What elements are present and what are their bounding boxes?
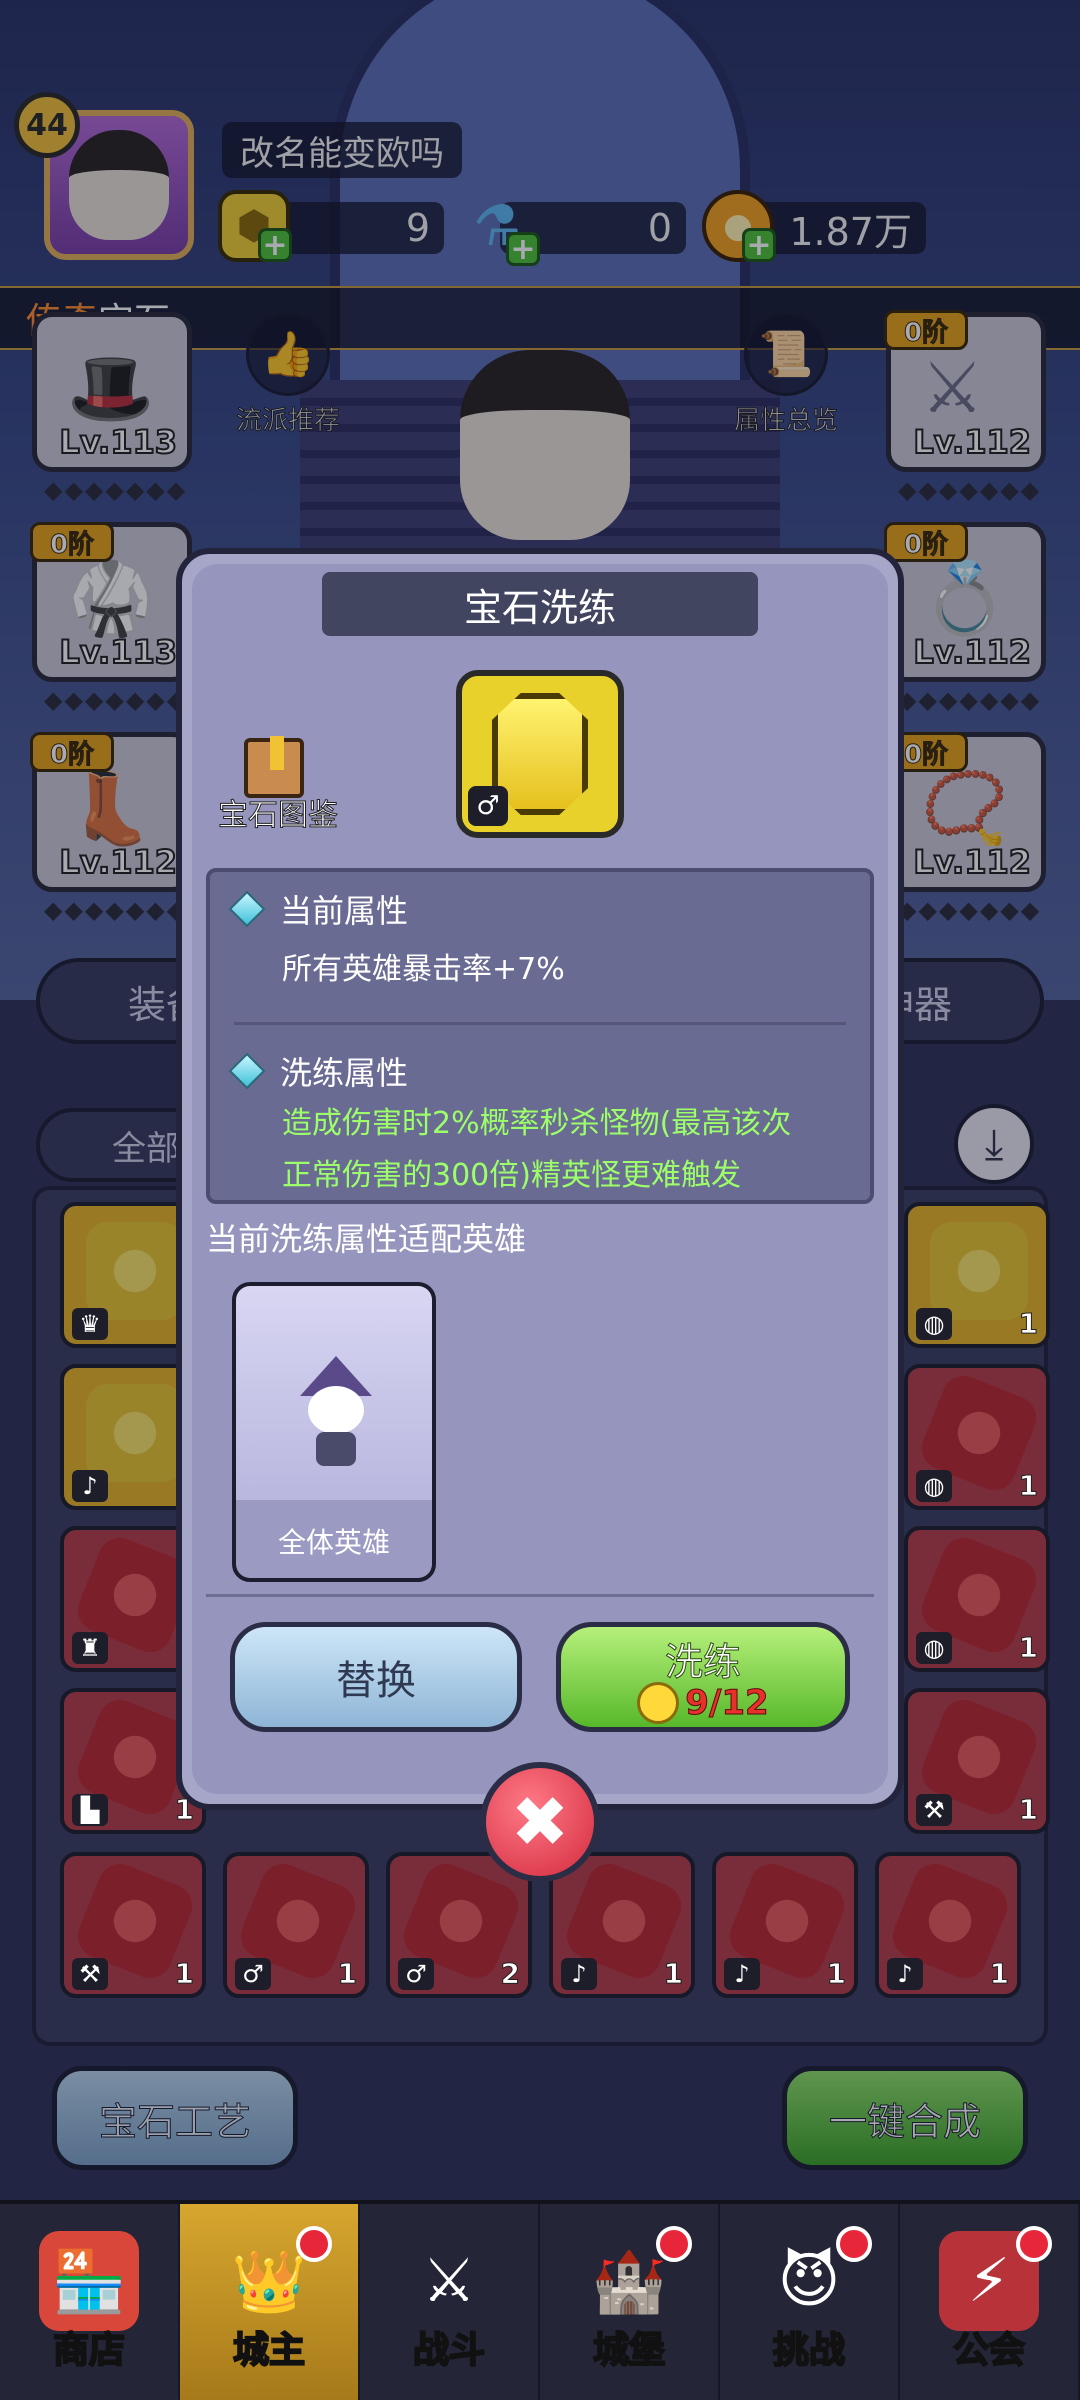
nav-label: 战斗 bbox=[412, 2329, 486, 2372]
gem-count: 1 bbox=[1018, 1631, 1039, 1665]
fit-hero-title: 当前洗练属性适配英雄 bbox=[206, 1220, 527, 1258]
hero-portrait-icon bbox=[298, 1356, 374, 1466]
slot-icon: ◍ bbox=[916, 1470, 952, 1502]
attribute-panel: 当前属性 所有英雄暴击率+7% 洗练属性 造成伤害时2%概率秒杀怪物(最高该次 … bbox=[206, 868, 874, 1204]
refine-attr-line: 正常伤害的300倍)精英怪更难触发 bbox=[282, 1158, 741, 1193]
notification-dot bbox=[836, 2226, 872, 2262]
gem-codex-label[interactable]: 宝石图鉴 bbox=[218, 790, 339, 834]
ring-slot-icon: ♂ bbox=[468, 786, 508, 826]
nav-label: 公会 bbox=[952, 2329, 1026, 2372]
selected-gem: ♂ bbox=[456, 670, 624, 838]
nav-item-guild[interactable]: ⚡ 公会 bbox=[900, 2204, 1080, 2400]
slot-icon: ◍ bbox=[916, 1308, 952, 1340]
gem-count: 1 bbox=[1018, 1469, 1039, 1503]
swords-icon: ⚔ bbox=[422, 2246, 476, 2316]
refine-attr-header: 洗练属性 bbox=[228, 1048, 409, 1094]
staff-slot-icon: ⚒ bbox=[72, 1958, 108, 1990]
current-attr-title: 当前属性 bbox=[280, 892, 409, 930]
necklace-slot-icon: ♪ bbox=[724, 1958, 760, 1990]
gem-count: 1 bbox=[826, 1957, 847, 1991]
refine-cost-value: 9/12 bbox=[685, 1682, 769, 1723]
gem-count: 1 bbox=[174, 1957, 195, 1991]
bottom-nav: 🏪 商店 👑 城主 ⚔ 战斗 🏰 城堡 😈 挑战 ⚡ 公会 bbox=[0, 2200, 1080, 2400]
notification-dot bbox=[1016, 2226, 1052, 2262]
refine-label: 洗练 bbox=[664, 1639, 741, 1684]
diamond-icon bbox=[228, 1052, 266, 1090]
ring-slot-icon: ♂ bbox=[398, 1958, 434, 1990]
gem-count: 2 bbox=[500, 1957, 521, 1991]
nav-label: 挑战 bbox=[772, 2329, 846, 2372]
nav-item-challenge[interactable]: 😈 挑战 bbox=[720, 2204, 900, 2400]
diamond-icon bbox=[228, 890, 266, 928]
necklace-slot-icon: ♪ bbox=[887, 1958, 923, 1990]
gem-coin-icon bbox=[637, 1681, 680, 1724]
close-icon: ✖ bbox=[510, 1781, 570, 1863]
gem-count: 1 bbox=[989, 1957, 1010, 1991]
notification-dot bbox=[656, 2226, 692, 2262]
book-icon[interactable] bbox=[244, 736, 304, 798]
hero-card-label: 全体英雄 bbox=[236, 1500, 432, 1578]
gem-count: 1 bbox=[663, 1957, 684, 1991]
nav-label: 城主 bbox=[232, 2329, 306, 2372]
nav-item-lord[interactable]: 👑 城主 bbox=[180, 2204, 360, 2400]
hero-card[interactable]: 全体英雄 bbox=[232, 1282, 436, 1582]
attr-divider bbox=[234, 1022, 846, 1025]
refine-cost: 9/12 bbox=[637, 1681, 769, 1724]
gem-count: 1 bbox=[337, 1957, 358, 1991]
replace-button[interactable]: 替换 bbox=[230, 1622, 522, 1732]
current-attr-header: 当前属性 bbox=[228, 886, 409, 932]
refine-attr-line: 造成伤害时2%概率秒杀怪物(最高该次 bbox=[282, 1106, 792, 1141]
crown-icon: ♛ bbox=[72, 1308, 108, 1340]
gem-count: 1 bbox=[174, 1793, 195, 1827]
nav-label: 城堡 bbox=[592, 2329, 666, 2372]
slot-icon: ◍ bbox=[916, 1632, 952, 1664]
notification-dot bbox=[296, 2226, 332, 2262]
armor-slot-icon: ♜ bbox=[72, 1632, 108, 1664]
current-attr-value: 所有英雄暴击率+7% bbox=[282, 952, 565, 987]
dialog-divider bbox=[206, 1594, 874, 1597]
ring-slot-icon: ♂ bbox=[235, 1958, 271, 1990]
gem-count: 1 bbox=[1018, 1793, 1039, 1827]
close-button[interactable]: ✖ bbox=[480, 1762, 600, 1882]
refine-attr-title: 洗练属性 bbox=[280, 1054, 409, 1092]
refine-attr-value: 造成伤害时2%概率秒杀怪物(最高该次 正常伤害的300倍)精英怪更难触发 bbox=[282, 1098, 791, 1202]
nav-label: 商店 bbox=[52, 2329, 126, 2372]
boot-slot-icon: ▙ bbox=[72, 1794, 108, 1826]
dialog-title: 宝石洗练 bbox=[322, 572, 758, 636]
nav-item-castle[interactable]: 🏰 城堡 bbox=[540, 2204, 720, 2400]
nav-item-shop[interactable]: 🏪 商店 bbox=[0, 2204, 180, 2400]
nav-item-battle[interactable]: ⚔ 战斗 bbox=[360, 2204, 540, 2400]
staff-slot-icon: ⚒ bbox=[916, 1794, 952, 1826]
necklace-slot-icon: ♪ bbox=[72, 1470, 108, 1502]
refine-button[interactable]: 洗练 9/12 bbox=[556, 1622, 850, 1732]
necklace-slot-icon: ♪ bbox=[561, 1958, 597, 1990]
gem-count: 1 bbox=[1018, 1307, 1039, 1341]
shop-icon: 🏪 bbox=[39, 2231, 139, 2331]
